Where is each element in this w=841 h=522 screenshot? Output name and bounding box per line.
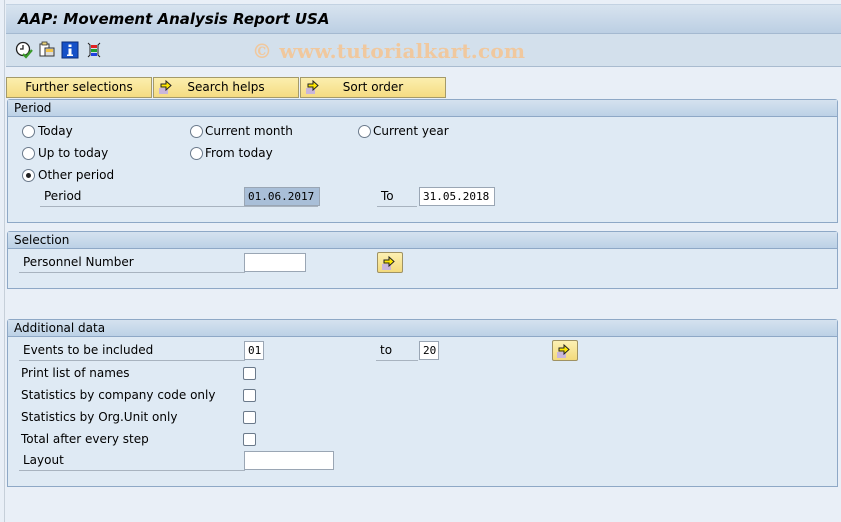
selection-header: Selection xyxy=(8,232,837,249)
period-from-input[interactable]: 01.06.2017 xyxy=(244,187,320,206)
radio-other-period[interactable] xyxy=(22,169,35,182)
period-header: Period xyxy=(8,100,837,117)
further-selections-label: Further selections xyxy=(25,80,133,94)
personnel-number-label: Personnel Number xyxy=(19,253,245,273)
events-label: Events to be included xyxy=(19,341,245,361)
stats-orgunit-label: Statistics by Org.Unit only xyxy=(21,410,178,424)
window-border xyxy=(4,0,5,522)
events-from-input[interactable]: 01 xyxy=(244,341,264,360)
total-step-label: Total after every step xyxy=(21,432,149,446)
arrow-right-icon xyxy=(159,79,172,94)
layout-label: Layout xyxy=(19,451,245,471)
radio-current-year[interactable] xyxy=(358,125,371,138)
radio-from-today-label: From today xyxy=(205,146,273,160)
personnel-multiple-selection-button[interactable] xyxy=(377,252,403,273)
stats-orgunit-checkbox[interactable] xyxy=(243,411,256,424)
arrow-right-icon xyxy=(382,255,395,270)
radio-current-month[interactable] xyxy=(190,125,203,138)
print-list-checkbox[interactable] xyxy=(243,367,256,380)
layout-columns-icon[interactable] xyxy=(85,41,103,59)
arrow-right-icon xyxy=(557,343,570,358)
total-step-checkbox[interactable] xyxy=(243,433,256,446)
stats-company-label: Statistics by company code only xyxy=(21,388,216,402)
stats-company-checkbox[interactable] xyxy=(243,389,256,402)
page-title: AAP: Movement Analysis Report USA xyxy=(18,10,330,28)
title-bar: AAP: Movement Analysis Report USA xyxy=(6,4,841,34)
period-to-input[interactable]: 31.05.2018 xyxy=(419,187,495,206)
radio-other-period-label: Other period xyxy=(38,168,115,182)
radio-current-year-label: Current year xyxy=(373,124,449,138)
print-list-label: Print list of names xyxy=(21,366,130,380)
radio-up-to-today[interactable] xyxy=(22,147,35,160)
watermark: © www.tutorialkart.com xyxy=(252,39,526,63)
events-to-label: to xyxy=(376,341,418,361)
layout-input[interactable] xyxy=(244,451,334,470)
application-toolbar: © www.tutorialkart.com xyxy=(6,34,841,67)
events-multiple-selection-button[interactable] xyxy=(552,340,578,361)
info-icon[interactable] xyxy=(61,41,79,59)
radio-up-to-today-label: Up to today xyxy=(38,146,109,160)
further-selections-button[interactable]: Further selections xyxy=(6,77,152,98)
radio-today-label: Today xyxy=(38,124,73,138)
period-to-label: To xyxy=(377,187,417,207)
execute-clock-icon[interactable] xyxy=(15,41,33,59)
search-helps-button[interactable]: Search helps xyxy=(153,77,299,98)
radio-from-today[interactable] xyxy=(190,147,203,160)
copy-variant-icon[interactable] xyxy=(38,41,56,59)
personnel-number-input[interactable] xyxy=(244,253,306,272)
arrow-right-icon xyxy=(306,79,319,94)
events-to-input[interactable]: 20 xyxy=(419,341,439,360)
sort-order-button[interactable]: Sort order xyxy=(300,77,446,98)
radio-today[interactable] xyxy=(22,125,35,138)
additional-data-header: Additional data xyxy=(8,320,837,337)
search-helps-label: Search helps xyxy=(187,80,265,94)
sort-order-label: Sort order xyxy=(342,80,404,94)
radio-current-month-label: Current month xyxy=(205,124,293,138)
